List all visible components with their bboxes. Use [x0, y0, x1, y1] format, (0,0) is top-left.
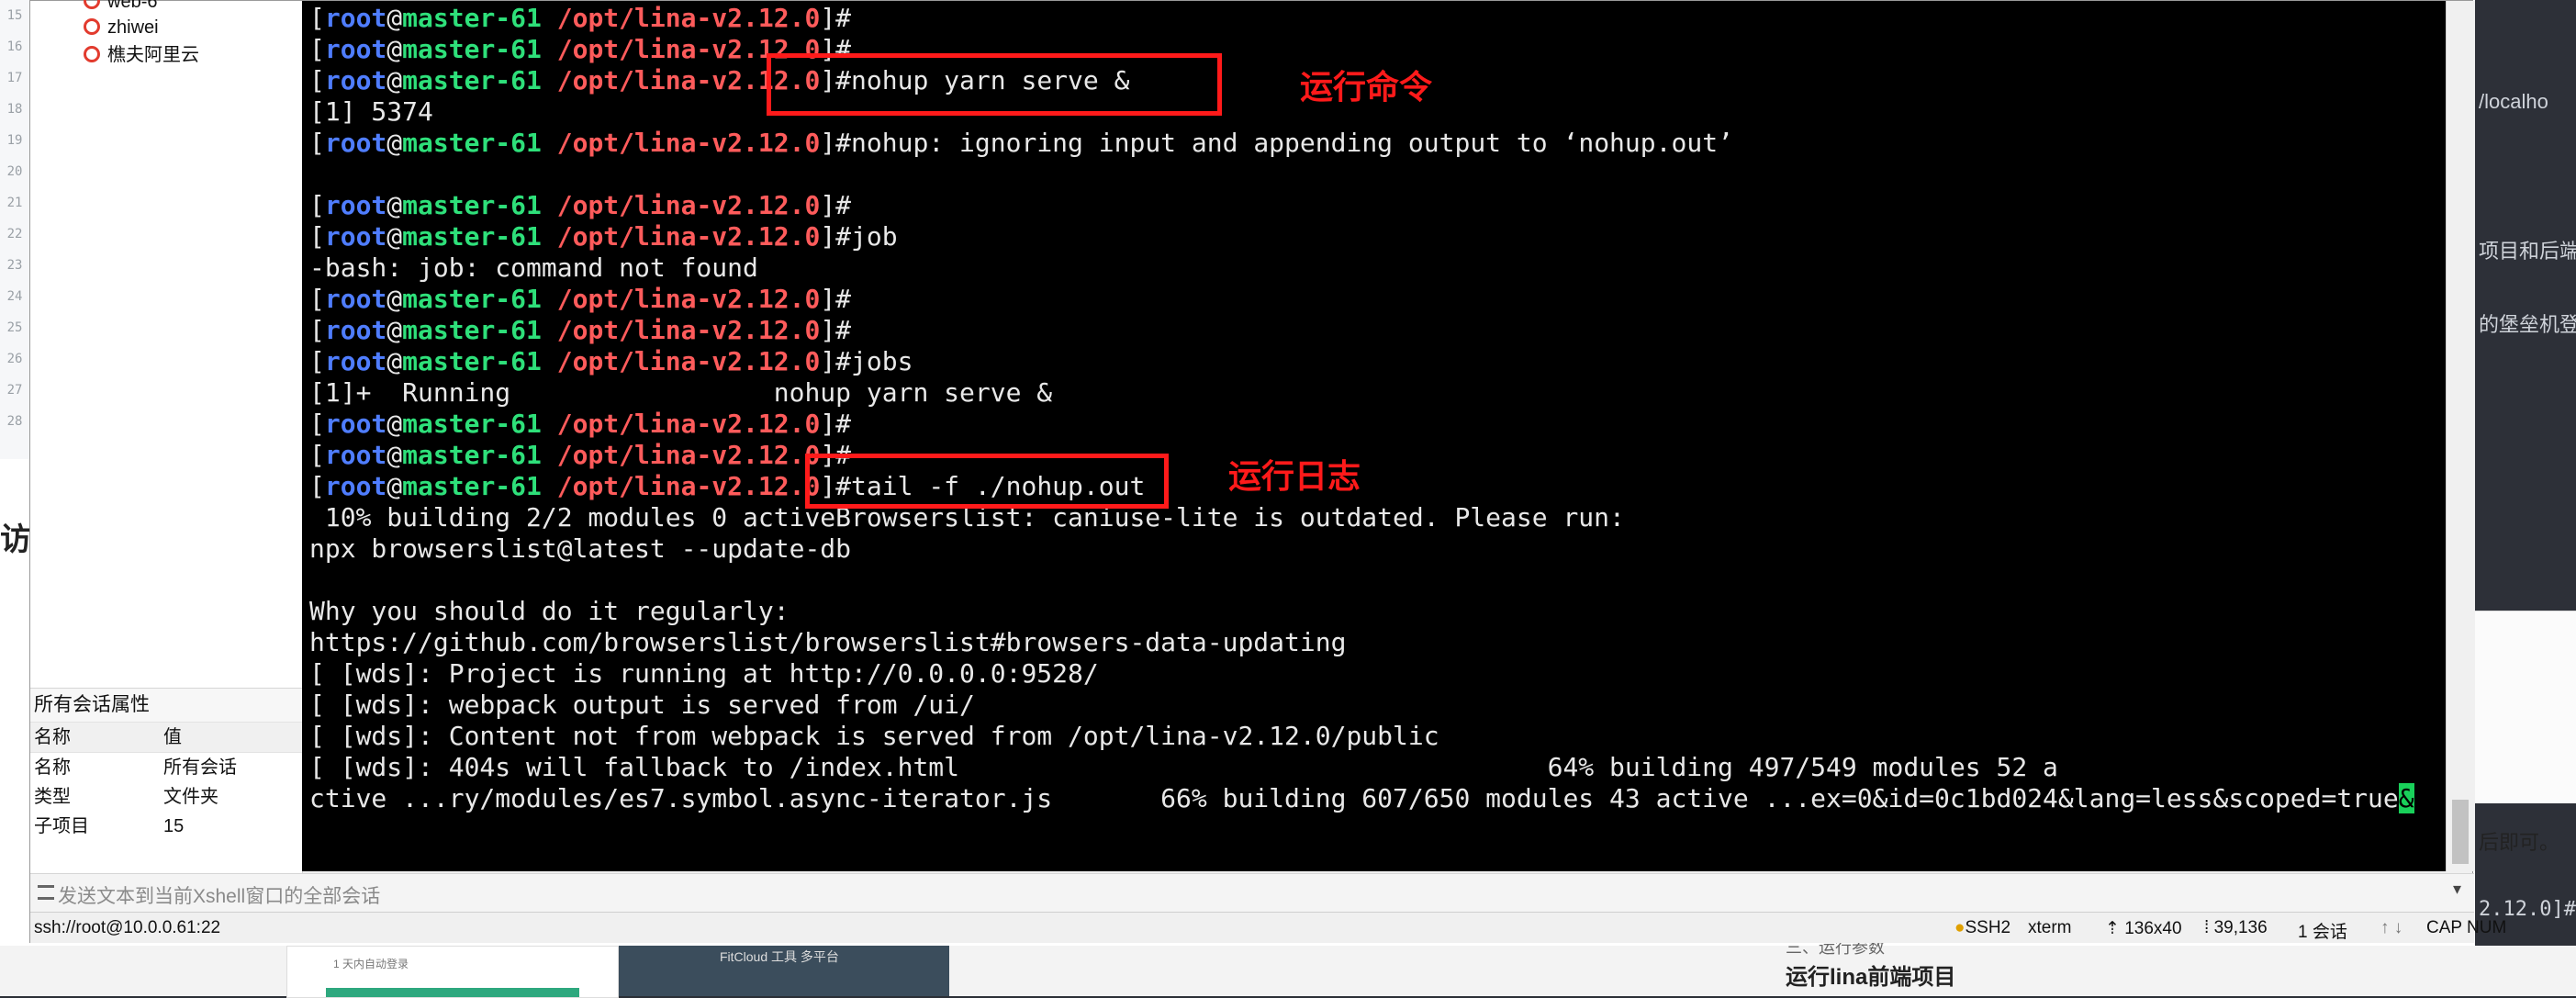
session-item[interactable]: 樵夫阿里云: [84, 43, 199, 67]
compose-placeholder: 发送文本到当前Xshell窗口的全部会话: [58, 886, 381, 907]
terminal-view[interactable]: [root@master-61 /opt/lina-v2.12.0]# [root…: [302, 1, 2446, 871]
session-properties-panel: 所有会话属性 名称值 名称 所有会话 类型 文件夹 子项目 15: [30, 688, 303, 880]
session-item[interactable]: zhiwei: [84, 16, 159, 39]
session-item[interactable]: web-6: [84, 0, 157, 14]
terminal-output-line: [ [wds]: Content not from webpack is ser…: [309, 721, 1439, 751]
run-command-annotation: 运行命令: [1300, 68, 1433, 106]
status-cursor-position: ⁞ 39,136: [2204, 918, 2268, 937]
terminal-output-line: ctive ...ry/modules/es7.symbol.async-ite…: [309, 783, 2414, 813]
status-sessions: 1 会话: [2298, 923, 2347, 942]
resize-icon: ⇡: [2105, 919, 2125, 938]
scroll-arrows-icon[interactable]: ↑ ↓: [2380, 918, 2402, 938]
status-bar: ssh://root@10.0.0.61:22 ●SSH2 xterm ⇡ 13…: [30, 912, 2506, 943]
background-thumbnail: 1 天内自动登录: [286, 946, 619, 998]
session-icon: [84, 46, 100, 62]
gutter-line-number: 25: [6, 320, 23, 335]
terminal-output-line: [1]+ Running nohup yarn serve &: [309, 377, 1053, 408]
command-highlight-box: [767, 53, 1222, 116]
properties-row[interactable]: 子项目 15: [30, 812, 302, 841]
gutter-line-number: 20: [6, 164, 23, 179]
thumbnail-caption: FitCloud 工具 多平台: [720, 949, 839, 964]
gutter-line-number: 17: [6, 71, 23, 85]
gutter-line-number: 24: [6, 289, 23, 304]
compose-bar[interactable]: 发送文本到当前Xshell窗口的全部会话 ▾: [30, 873, 2474, 913]
terminal-prompt-line: [root@master-61 /opt/lina-v2.12.0]#: [309, 409, 852, 439]
status-terminal-type: xterm: [2028, 918, 2072, 937]
gutter-line-number: 16: [6, 39, 23, 54]
background-right-text: 后即可。: [2479, 831, 2560, 854]
log-highlight-box: [805, 454, 1169, 509]
cursor-icon: ⁞: [2204, 918, 2214, 937]
status-size: ⇡ 136x40: [2105, 919, 2182, 938]
run-log-annotation: 运行日志: [1228, 457, 1361, 495]
terminal-output-line: [ [wds]: webpack output is served from /…: [309, 690, 975, 720]
terminal-prompt-line: [root@master-61 /opt/lina-v2.12.0]#: [309, 3, 852, 33]
terminal-prompt-line: [root@master-61 /opt/lina-v2.12.0]#: [309, 284, 852, 314]
thumbnail-caption: 1 天内自动登录: [333, 958, 409, 970]
properties-title: 所有会话属性: [30, 689, 302, 723]
background-right-text: 的堡垒机登: [2479, 313, 2576, 336]
terminal-output-line: npx browserslist@latest --update-db: [309, 533, 852, 564]
chevron-down-icon[interactable]: ▾: [2453, 880, 2461, 899]
terminal-output-line: Why you should do it regularly:: [309, 596, 790, 626]
gutter-line-number: 21: [6, 196, 23, 210]
gutter-line-number: 26: [6, 352, 23, 366]
terminal-prompt-line: [root@master-61 /opt/lina-v2.12.0]#nohup…: [309, 128, 1733, 158]
status-num: NUM: [2467, 918, 2507, 937]
background-section-title: 运行lina前端项目: [1786, 965, 1956, 990]
gutter-line-number: 15: [6, 8, 23, 23]
terminal-scrollbar[interactable]: [2446, 1, 2475, 871]
terminal-prompt-line: [root@master-61 /opt/lina-v2.12.0]#jobs: [309, 346, 913, 376]
terminal-prompt-line: [root@master-61 /opt/lina-v2.12.0]#job: [309, 221, 898, 252]
properties-row[interactable]: 名称 所有会话: [30, 753, 302, 782]
session-icon: [84, 18, 100, 35]
gutter-line-number: 22: [6, 227, 23, 241]
terminal-cursor: &: [2398, 783, 2414, 813]
gutter-line-number: 27: [6, 383, 23, 398]
background-right-text: 项目和后端: [2479, 240, 2576, 263]
properties-header: 名称值: [30, 723, 302, 753]
background-text-panel: [2475, 611, 2576, 804]
terminal-prompt-line: [root@master-61 /opt/lina-v2.12.0]#: [309, 190, 852, 220]
lock-icon: ●: [1954, 918, 1966, 937]
scrollbar-thumb[interactable]: [2452, 800, 2469, 864]
menu-icon[interactable]: [38, 885, 54, 900]
terminal-output-line: [ [wds]: Project is running at http://0.…: [309, 658, 1099, 689]
gutter-line-number: 28: [6, 414, 23, 429]
session-tree: web-6 zhiwei 樵夫阿里云: [30, 0, 303, 688]
status-connection: ssh://root@10.0.0.61:22: [34, 918, 221, 937]
session-icon: [84, 0, 100, 9]
terminal-output-line: [ [wds]: 404s will fallback to /index.ht…: [309, 752, 2058, 782]
status-protocol: ●SSH2: [1954, 918, 2011, 937]
terminal-prompt-line: [root@master-61 /opt/lina-v2.12.0]#: [309, 440, 852, 470]
gutter-line-number: 18: [6, 102, 23, 117]
gutter-line-number: 23: [6, 258, 23, 273]
status-caps: CAP: [2426, 918, 2463, 937]
background-right-text: /localho: [2479, 90, 2548, 113]
terminal-prompt-line: [root@master-61 /opt/lina-v2.12.0]#: [309, 315, 852, 345]
properties-row[interactable]: 类型 文件夹: [30, 782, 302, 812]
background-thumbnail: FitCloud 工具 多平台: [619, 946, 949, 996]
terminal-output-line: -bash: job: command not found: [309, 252, 758, 283]
terminal-output-line: https://github.com/browserslist/browsers…: [309, 627, 1347, 657]
terminal-output-line: [1] 5374: [309, 96, 433, 127]
line-number-gutter: 15 16 17 18 19 20 21 22 23 24 25 26 27 28: [0, 0, 30, 459]
gutter-line-number: 19: [6, 133, 23, 148]
